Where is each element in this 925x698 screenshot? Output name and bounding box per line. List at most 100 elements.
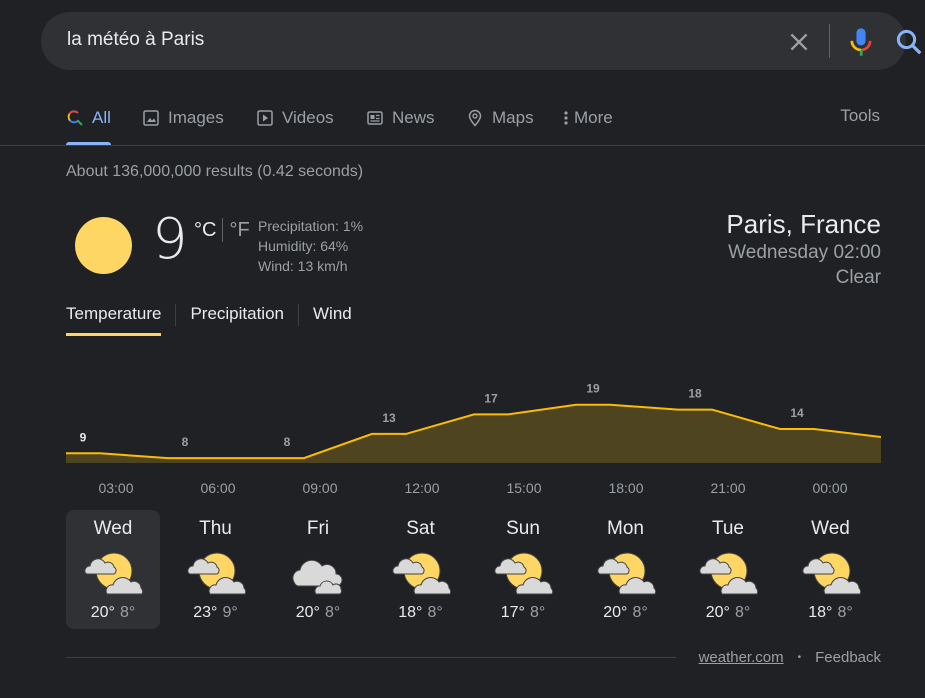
x-tick-label: 12:00 [404,480,439,496]
day-name: Mon [607,518,644,539]
high-temp: 20° [90,604,115,621]
data-label: 8 [182,435,189,449]
low-temp: 8° [324,604,341,621]
data-label: 17 [484,391,498,405]
location-name: Paris, France [726,209,881,239]
unit-toggle: °C °F [194,218,250,242]
high-temp: 23° [193,604,218,621]
day-temps: 23° 9° [169,604,263,622]
day-temps: 20° 8° [579,604,673,622]
partly-cloudy-icon [391,552,451,595]
forecast-day[interactable]: Sat 18° 8° [374,510,468,629]
forecast-day[interactable]: Wed 20° 8° [66,510,160,629]
forecast-day[interactable]: Tue 20° 8° [681,510,775,629]
celsius-button[interactable]: °C [194,219,216,242]
tab-label: News [392,108,435,127]
tab-label: All [92,108,111,127]
map-pin-icon [468,109,482,127]
data-label: 14 [790,406,804,420]
partly-cloudy-icon [699,552,759,595]
weather-details: Precipitation: 1% Humidity: 64% Wind: 13… [258,216,363,276]
tab-label: Maps [492,108,534,127]
tab-label: More [574,108,613,127]
x-tick-label: 06:00 [200,480,235,496]
day-temps: 18° 8° [374,604,468,622]
day-temps: 18° 8° [784,604,878,622]
search-bar: la météo à Paris [41,12,922,70]
forecast-day[interactable]: Mon 20° 8° [579,510,673,629]
day-name: Sat [406,518,435,539]
temperature-area [66,404,881,463]
tab-label: Images [168,108,224,127]
tabs-divider [0,145,925,146]
day-temps: 20° 8° [271,604,365,622]
day-name: Fri [306,518,330,539]
x-tick-label: 00:00 [812,480,847,496]
tab-videos[interactable]: Videos [256,106,334,130]
result-stats: About 136,000,000 results (0.42 seconds) [66,163,364,180]
more-vert-icon [564,111,568,125]
x-tick-label: 21:00 [710,480,745,496]
day-name: Wed [93,518,133,539]
low-temp: 8° [529,604,546,621]
card-footer: weather.com • Feedback [699,649,881,666]
high-temp: 20° [603,604,628,621]
partly-cloudy-icon [494,552,554,595]
partly-cloudy-icon [801,552,861,595]
search-tabs: All Images Videos News Maps More Tools [0,96,925,146]
partly-cloudy-icon [84,552,144,595]
wind-value: Wind: 13 km/h [258,258,348,274]
fahrenheit-button[interactable]: °F [229,219,249,242]
daily-forecast: Wed 20° 8° Thu 23° 9° Fri 20° 8° Sat 18° 8° Sun 17° 8°… [66,510,886,630]
tab-images[interactable]: Images [142,106,224,130]
high-temp: 20° [705,604,730,621]
temperature-chart: 9 8 8 13 17 19 18 14 03:00 06:00 09:00 12:00 15:00 18… [66,382,881,496]
image-icon [143,110,159,126]
feedback-link[interactable]: Feedback [815,649,881,666]
forecast-day[interactable]: Sun 17° 8° [476,510,570,629]
tab-maps[interactable]: Maps [466,106,534,130]
x-tick-label: 15:00 [506,480,541,496]
partly-cloudy-icon [596,552,656,595]
x-tick-label: 03:00 [98,480,133,496]
high-temp: 18° [398,604,423,621]
tab-news[interactable]: News [366,106,435,130]
close-icon[interactable] [786,29,812,55]
tab-temperature[interactable]: Temperature [66,304,162,336]
location-datetime: Wednesday 02:00 [728,242,881,263]
tab-all[interactable]: All [66,106,111,130]
forecast-day[interactable]: Wed 18° 8° [784,510,878,629]
tab-precipitation[interactable]: Precipitation [190,304,284,336]
location-block: Paris, France Wednesday 02:00 Clear [726,208,881,290]
low-temp: 8° [119,604,136,621]
forecast-day[interactable]: Fri 20° 8° [271,510,365,629]
newspaper-icon [367,111,383,125]
mic-icon[interactable] [847,26,875,58]
tab-more[interactable]: More [562,106,613,130]
clear-sky-icon [75,217,132,274]
search-divider [829,24,830,58]
day-temps: 20° 8° [66,604,160,622]
tab-label: Videos [282,108,334,127]
partly-cloudy-icon [186,552,246,595]
tab-divider [298,304,299,326]
data-label: 19 [586,382,600,396]
search-icon [67,110,83,126]
low-temp: 8° [427,604,443,621]
day-name: Tue [711,518,745,539]
current-temperature: 9 [152,207,188,272]
source-link[interactable]: weather.com [699,649,784,666]
search-input[interactable]: la météo à Paris [67,29,204,51]
low-temp: 8° [734,604,751,621]
forecast-day[interactable]: Thu 23° 9° [169,510,263,629]
tools-button[interactable]: Tools [840,106,880,126]
low-temp: 9° [222,604,238,621]
high-temp: 18° [808,604,833,621]
day-temps: 20° 8° [681,604,775,622]
high-temp: 17° [500,604,525,621]
tab-wind[interactable]: Wind [313,304,352,336]
x-tick-label: 18:00 [608,480,643,496]
weather-condition: Clear [835,267,881,288]
search-icon[interactable] [894,27,924,57]
precipitation-value: Precipitation: 1% [258,218,364,234]
